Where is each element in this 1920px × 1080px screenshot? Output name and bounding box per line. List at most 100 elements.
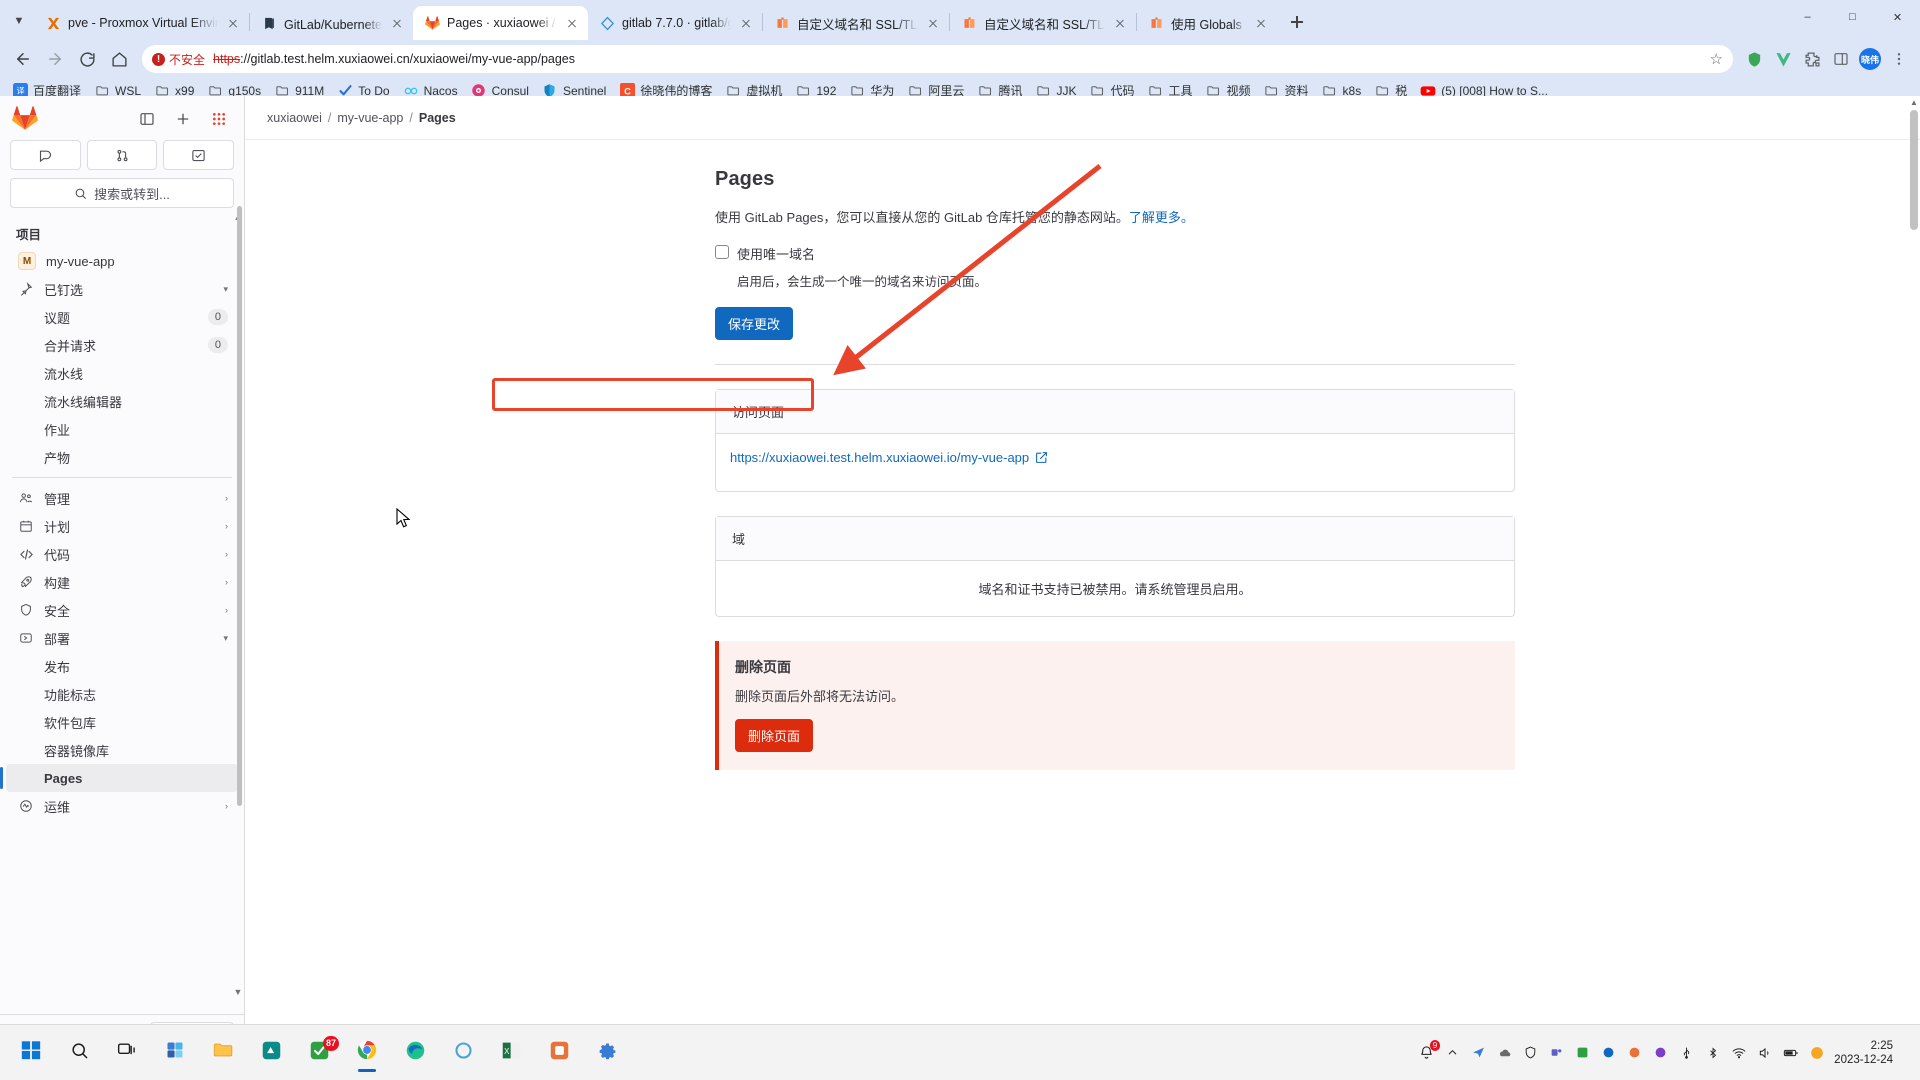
taskbar-app-ring[interactable] xyxy=(440,1031,486,1075)
send-icon[interactable] xyxy=(1470,1044,1487,1061)
sidebar-item-功能标志[interactable]: 功能标志 xyxy=(6,680,238,708)
sidebar-item-产物[interactable]: 产物 xyxy=(6,443,238,471)
not-secure-indicator[interactable]: ! 不安全 xyxy=(152,51,205,68)
clock[interactable]: 2:25 2023-12-24 xyxy=(1834,1039,1893,1067)
chevron-right-icon[interactable]: › xyxy=(225,493,228,503)
sidebar-scroll-down-arrow[interactable]: ▼ xyxy=(232,986,244,998)
unique-domain-checkbox[interactable] xyxy=(715,245,729,259)
gitlab-logo-icon[interactable] xyxy=(10,104,40,134)
sidebar-item-管理[interactable]: 管理 › xyxy=(6,484,238,512)
sidebar-item-合并请求[interactable]: 合并请求 0 xyxy=(6,331,238,359)
browser-tab-active[interactable]: Pages · xuxiaowei / my-vue-app xyxy=(413,6,588,40)
volume-icon[interactable] xyxy=(1756,1044,1773,1061)
breadcrumb-project[interactable]: my-vue-app xyxy=(337,111,403,125)
learn-more-link[interactable]: 了解更多。 xyxy=(1129,210,1194,225)
sidebar-item-容器镜像库[interactable]: 容器镜像库 xyxy=(6,736,238,764)
blue-app-icon[interactable] xyxy=(1600,1044,1617,1061)
save-changes-button[interactable]: 保存更改 xyxy=(715,307,794,340)
show-desktop-button[interactable] xyxy=(1902,1044,1908,1061)
sidebar-item-软件包库[interactable]: 软件包库 xyxy=(6,708,238,736)
issues-shortcut-icon[interactable] xyxy=(10,140,81,170)
sidebar-item-安全[interactable]: 安全 › xyxy=(6,596,238,624)
taskbar-widgets[interactable] xyxy=(152,1031,198,1075)
sidebar-item-流水线编辑器[interactable]: 流水线编辑器 xyxy=(6,387,238,415)
reload-button[interactable] xyxy=(72,44,102,74)
chevron-up-icon[interactable] xyxy=(1444,1044,1461,1061)
search-input[interactable]: 搜索或转到... xyxy=(10,178,234,208)
taskbar-search[interactable] xyxy=(56,1031,102,1075)
sidebar-item-project[interactable]: Mmy-vue-app xyxy=(6,247,238,275)
collapse-sidebar-button[interactable] xyxy=(132,104,162,134)
new-tab-button[interactable] xyxy=(1283,8,1311,36)
taskbar-start[interactable] xyxy=(8,1031,54,1075)
sogou-input-icon[interactable] xyxy=(1808,1044,1825,1061)
merge-requests-shortcut-icon[interactable] xyxy=(86,140,158,170)
todos-shortcut-icon[interactable] xyxy=(163,140,235,170)
breadcrumb-group[interactable]: xuxiaowei xyxy=(267,111,322,125)
wifi-icon[interactable] xyxy=(1730,1044,1747,1061)
taskbar-task-view[interactable] xyxy=(104,1031,150,1075)
close-tab-button[interactable] xyxy=(225,15,241,31)
page-scroll-up-arrow[interactable]: ▲ xyxy=(1909,98,1919,108)
browser-tab[interactable]: GitLab/Kubernetes 知识库 xyxy=(250,6,413,40)
chevron-right-icon[interactable]: › xyxy=(225,801,228,811)
browser-tab[interactable]: 使用 Globals 配置 chart | 极狐 xyxy=(1137,6,1277,40)
taskbar-edge-dev[interactable] xyxy=(392,1031,438,1075)
taskbar-chrome[interactable] xyxy=(344,1031,390,1075)
taskbar-file-explorer[interactable] xyxy=(200,1031,246,1075)
close-tab-button[interactable] xyxy=(1112,15,1128,31)
chevron-right-icon[interactable]: › xyxy=(225,549,228,559)
shield-icon[interactable] xyxy=(1522,1044,1539,1061)
orange-app-icon[interactable] xyxy=(1626,1044,1643,1061)
browser-tab[interactable]: 自定义域名和 SSL/TLS 证书 | 极 xyxy=(950,6,1136,40)
v-extension-icon[interactable] xyxy=(1770,46,1796,72)
sidebar-item-计划[interactable]: 计划 › xyxy=(6,512,238,540)
sidebar-item-发布[interactable]: 发布 xyxy=(6,652,238,680)
home-button[interactable] xyxy=(104,44,134,74)
close-tab-button[interactable] xyxy=(925,15,941,31)
sidebar-item-构建[interactable]: 构建 › xyxy=(6,568,238,596)
sidebar-item-部署[interactable]: 部署 ▾ xyxy=(6,624,238,652)
chevron-right-icon[interactable]: › xyxy=(225,577,228,587)
teams-icon[interactable] xyxy=(1548,1044,1565,1061)
taskbar-app-green-check[interactable]: 87 xyxy=(296,1031,342,1075)
app-grid-icon[interactable] xyxy=(204,104,234,134)
close-window-button[interactable]: ✕ xyxy=(1875,0,1920,34)
browser-tab[interactable]: 自定义域名和 SSL/TLS 证书 | 极 xyxy=(763,6,949,40)
close-tab-button[interactable] xyxy=(1253,15,1269,31)
taskbar-excel[interactable]: X xyxy=(488,1031,534,1075)
address-bar[interactable]: ! 不安全 https://gitlab.test.helm.xuxiaowei… xyxy=(142,45,1733,73)
sidebar-scrollbar[interactable] xyxy=(237,206,242,806)
sidebar-item-流水线[interactable]: 流水线 xyxy=(6,359,238,387)
browser-tab[interactable]: pve - Proxmox Virtual Environ xyxy=(34,6,249,40)
sidebar-item-作业[interactable]: 作业 xyxy=(6,415,238,443)
chevron-down-icon[interactable]: ▾ xyxy=(223,633,228,644)
taskbar-settings[interactable] xyxy=(584,1031,630,1075)
bookmark-star-icon[interactable]: ☆ xyxy=(1710,50,1723,68)
chrome-menu-icon[interactable] xyxy=(1886,46,1912,72)
chevron-down-icon[interactable]: ▾ xyxy=(223,284,228,295)
notification-bell-icon[interactable]: 9 xyxy=(1418,1040,1441,1061)
taskbar-app-orange[interactable] xyxy=(536,1031,582,1075)
close-tab-button[interactable] xyxy=(564,15,580,31)
back-button[interactable] xyxy=(8,44,38,74)
onedrive-icon[interactable] xyxy=(1496,1044,1513,1061)
extensions-puzzle-icon[interactable] xyxy=(1799,46,1825,72)
tab-search-dropdown-icon[interactable]: ▼ xyxy=(4,5,34,37)
battery-icon[interactable] xyxy=(1782,1044,1799,1061)
purple-app-icon[interactable] xyxy=(1652,1044,1669,1061)
shield-extension-icon[interactable] xyxy=(1741,46,1767,72)
minimize-button[interactable]: – xyxy=(1785,0,1830,34)
maximize-button[interactable]: □ xyxy=(1830,0,1875,34)
sidebar-item-pinned[interactable]: 已钉选 ▾ xyxy=(6,275,238,303)
bluetooth-icon[interactable] xyxy=(1704,1044,1721,1061)
chevron-right-icon[interactable]: › xyxy=(225,605,228,615)
split-screen-icon[interactable] xyxy=(1828,46,1854,72)
close-tab-button[interactable] xyxy=(389,15,405,31)
pages-url-link[interactable]: https://xuxiaowei.test.helm.xuxiaowei.io… xyxy=(730,450,1048,465)
close-tab-button[interactable] xyxy=(738,15,754,31)
sidebar-item-Pages[interactable]: Pages xyxy=(0,764,238,792)
forward-button[interactable] xyxy=(40,44,70,74)
page-scrollbar[interactable] xyxy=(1910,110,1918,230)
sidebar-item-议题[interactable]: 议题 0 xyxy=(6,303,238,331)
